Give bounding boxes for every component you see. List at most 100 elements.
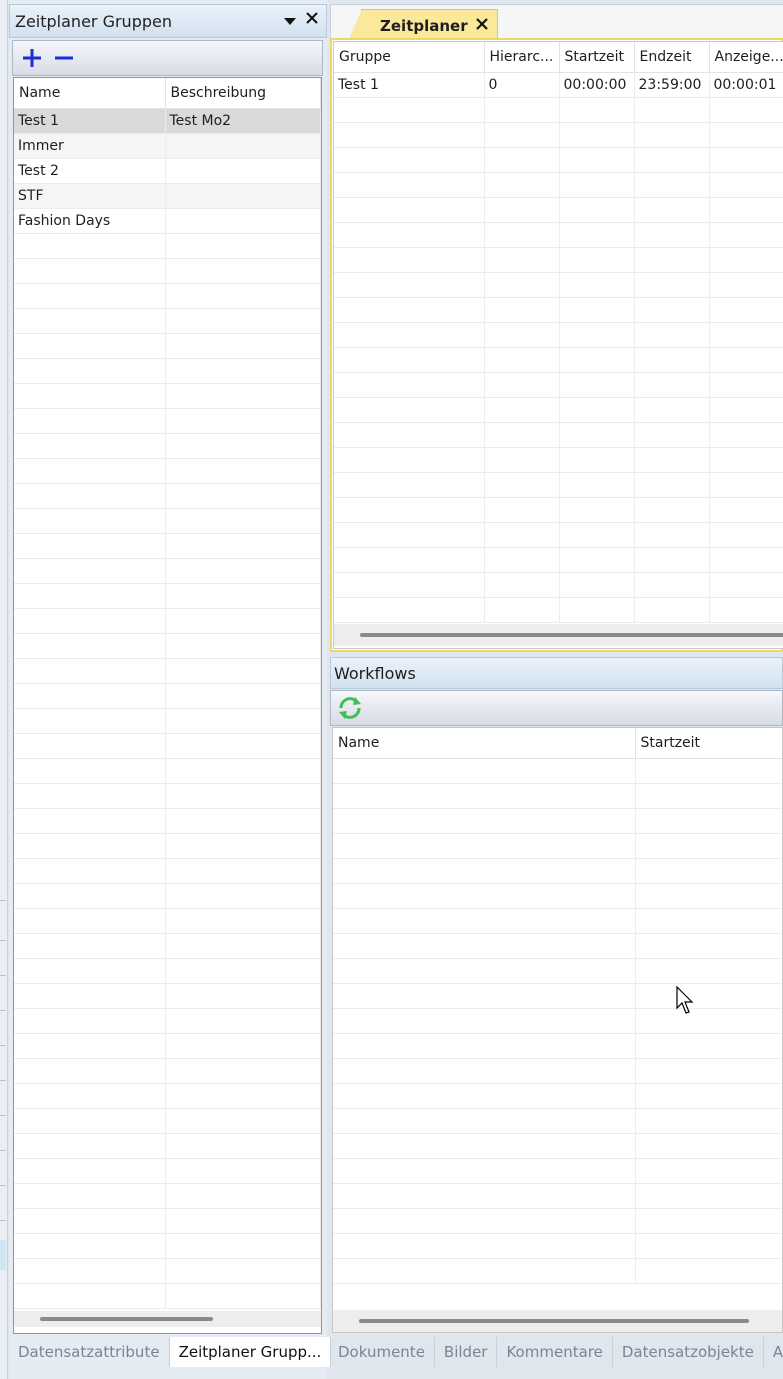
- empty-cell: [334, 122, 485, 148]
- horizontal-scrollbar[interactable]: [14, 1311, 321, 1327]
- empty-cell: [559, 172, 635, 198]
- empty-row: [14, 383, 321, 409]
- tab-kommentare[interactable]: Kommentare: [497, 1337, 613, 1367]
- column-header-startzeit[interactable]: Startzeit: [559, 42, 635, 73]
- close-icon[interactable]: [475, 16, 489, 35]
- add-group-button[interactable]: [19, 45, 45, 71]
- empty-cell: [14, 458, 166, 484]
- horizontal-scrollbar[interactable]: [334, 624, 783, 646]
- table-row[interactable]: STF: [14, 183, 321, 209]
- empty-cell: [165, 558, 321, 584]
- tab-zeitplaner[interactable]: Zeitplaner: [348, 9, 498, 41]
- empty-cell: [484, 172, 560, 198]
- column-header-endzeit[interactable]: Endzeit: [634, 42, 710, 73]
- empty-cell: [165, 958, 321, 984]
- cell-name: Test 1: [14, 108, 166, 134]
- empty-row: [334, 122, 783, 148]
- empty-cell: [634, 472, 710, 498]
- empty-cell: [165, 883, 321, 909]
- empty-cell: [635, 883, 782, 909]
- cell-name: Fashion Days: [14, 208, 166, 234]
- empty-cell: [484, 397, 560, 423]
- pane-title: Zeitplaner Gruppen: [15, 11, 172, 31]
- empty-cell: [14, 1158, 166, 1184]
- horizontal-scrollbar[interactable]: [333, 1310, 782, 1332]
- empty-cell: [165, 383, 321, 409]
- column-header-name[interactable]: Name: [333, 728, 636, 759]
- empty-cell: [709, 247, 783, 273]
- empty-row: [14, 708, 321, 734]
- column-header-name[interactable]: Name: [14, 78, 166, 109]
- empty-row: [14, 1258, 321, 1284]
- empty-cell: [14, 508, 166, 534]
- empty-cell: [635, 1058, 782, 1084]
- empty-cell: [709, 347, 783, 373]
- empty-cell: [165, 1258, 321, 1284]
- empty-cell: [165, 783, 321, 809]
- cell-gruppe: Test 1: [334, 72, 485, 98]
- empty-cell: [484, 297, 560, 323]
- table-row[interactable]: Fashion Days: [14, 208, 321, 234]
- tab-datensatzattribute[interactable]: Datensatzattribute: [9, 1337, 170, 1367]
- empty-cell: [709, 172, 783, 198]
- empty-cell: [165, 533, 321, 559]
- empty-cell: [709, 597, 783, 623]
- scrollbar-thumb[interactable]: [359, 1319, 749, 1323]
- tab-zeitplaner-gruppen[interactable]: Zeitplaner Grupp...: [169, 1337, 332, 1367]
- empty-cell: [484, 322, 560, 348]
- empty-row: [333, 1083, 782, 1109]
- tab-bilder[interactable]: Bilder: [435, 1337, 498, 1367]
- empty-cell: [333, 983, 636, 1009]
- empty-row: [14, 308, 321, 334]
- empty-row: [333, 1133, 782, 1159]
- dropdown-arrow-icon[interactable]: [282, 12, 298, 31]
- column-header-beschreibung[interactable]: Beschreibung: [165, 78, 321, 109]
- close-icon[interactable]: [304, 10, 320, 30]
- refresh-button[interactable]: [337, 695, 363, 721]
- empty-cell: [334, 572, 485, 598]
- table-row[interactable]: Immer: [14, 133, 321, 159]
- empty-row: [14, 1233, 321, 1259]
- tab-dokumente[interactable]: Dokumente: [329, 1337, 435, 1367]
- empty-row: [14, 583, 321, 609]
- empty-cell: [165, 908, 321, 934]
- cell-beschreibung: [165, 208, 321, 234]
- empty-cell: [14, 533, 166, 559]
- empty-cell: [484, 147, 560, 173]
- empty-cell: [634, 297, 710, 323]
- empty-cell: [14, 1033, 166, 1059]
- empty-cell: [333, 758, 636, 784]
- table-row[interactable]: Test 1 Test Mo2: [14, 108, 321, 134]
- empty-cell: [709, 547, 783, 573]
- empty-cell: [333, 1208, 636, 1234]
- empty-row: [14, 433, 321, 459]
- empty-cell: [165, 1183, 321, 1209]
- empty-cell: [484, 472, 560, 498]
- empty-cell: [333, 1008, 636, 1034]
- empty-row: [14, 558, 321, 584]
- empty-cell: [634, 197, 710, 223]
- empty-cell: [14, 758, 166, 784]
- empty-row: [14, 483, 321, 509]
- table-row[interactable]: Test 2: [14, 158, 321, 184]
- scrollbar-thumb[interactable]: [360, 633, 783, 637]
- empty-cell: [484, 122, 560, 148]
- empty-cell: [334, 297, 485, 323]
- empty-cell: [165, 1058, 321, 1084]
- empty-cell: [334, 372, 485, 398]
- empty-cell: [484, 572, 560, 598]
- column-header-startzeit[interactable]: Startzeit: [635, 728, 782, 759]
- tab-more[interactable]: A: [764, 1337, 783, 1367]
- empty-cell: [14, 483, 166, 509]
- empty-row: [333, 808, 782, 834]
- remove-group-button[interactable]: [51, 45, 77, 71]
- tab-datensatzobjekte[interactable]: Datensatzobjekte: [613, 1337, 764, 1367]
- empty-cell: [165, 583, 321, 609]
- empty-row: [14, 858, 321, 884]
- empty-cell: [165, 333, 321, 359]
- column-header-gruppe[interactable]: Gruppe: [334, 42, 485, 73]
- scrollbar-thumb[interactable]: [40, 1317, 213, 1321]
- column-header-hierarchie[interactable]: Hierarc...: [484, 42, 560, 73]
- column-header-anzeige[interactable]: Anzeige...: [709, 42, 783, 73]
- table-row[interactable]: Test 1 0 00:00:00 23:59:00 00:00:01: [334, 72, 783, 98]
